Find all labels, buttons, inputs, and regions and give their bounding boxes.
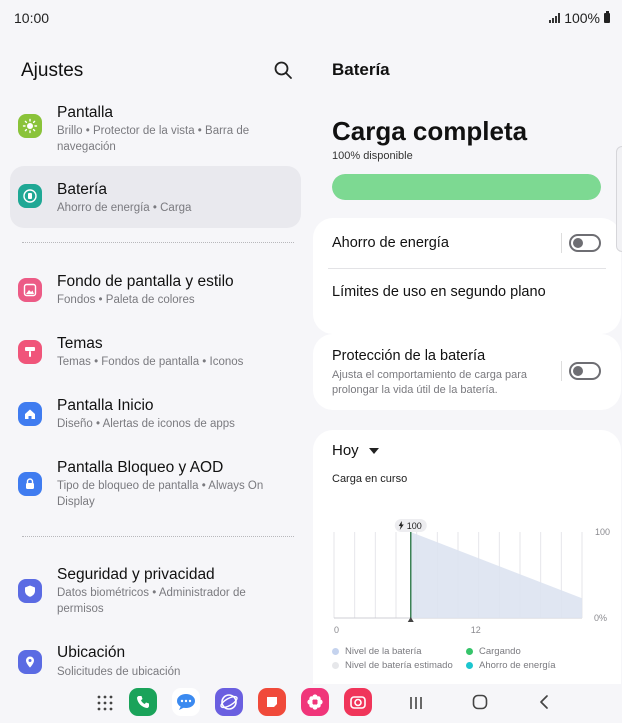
- settings-item-seguridad[interactable]: Seguridad y privacidad Datos biométricos…: [10, 560, 301, 620]
- battery-protection-desc: Ajusta el comportamiento de carga para p…: [332, 369, 528, 396]
- item-subtitle: Ahorro de energía • Carga: [57, 202, 192, 214]
- item-subtitle: Datos biométricos • Administrador de per…: [57, 587, 246, 615]
- protection-card: Protección de la batería Ajusta el compo…: [313, 334, 621, 410]
- recent-apps-icon[interactable]: [409, 695, 423, 711]
- settings-item-bloqueo[interactable]: Pantalla Bloqueo y AOD Tipo de bloqueo d…: [10, 452, 301, 512]
- navigation-bar: [0, 684, 622, 723]
- location-pin-icon: [18, 650, 42, 674]
- row-divider: [328, 268, 606, 269]
- item-title: Batería: [57, 181, 107, 198]
- settings-item-temas[interactable]: Temas Temas • Fondos de pantalla • Icono…: [10, 328, 301, 372]
- item-title: Fondo de pantalla y estilo: [57, 273, 234, 290]
- home-button-icon[interactable]: [472, 694, 488, 710]
- power-saving-toggle[interactable]: [569, 234, 601, 252]
- battery-available: 100% disponible: [332, 150, 413, 162]
- camera-app-icon[interactable]: [344, 688, 372, 716]
- level-badge-value: 100: [407, 521, 422, 531]
- legend-dot: [466, 648, 473, 655]
- legend-dot: [332, 648, 339, 655]
- battery-level-bar: [332, 174, 601, 200]
- legend-label: Ahorro de energía: [479, 660, 556, 671]
- settings-item-pantalla-inicio[interactable]: Pantalla Inicio Diseño • Alertas de icon…: [10, 390, 301, 434]
- legend-dot: [466, 662, 473, 669]
- power-card: Ahorro de energía Límites de uso en segu…: [313, 218, 621, 334]
- usage-chart-card: Hoy Carga en curso 100 100 0% 0 12 Nivel de …: [313, 430, 621, 690]
- status-bar: 10:00 100%: [0, 0, 622, 36]
- item-title: Ubicación: [57, 644, 126, 661]
- legend-item: Cargando: [466, 646, 521, 657]
- section-divider: [22, 536, 294, 537]
- legend-label: Nivel de batería estimado: [345, 660, 453, 671]
- x-tick-label: 0: [334, 625, 339, 635]
- background-limits-item[interactable]: Límites de uso en segundo plano: [332, 284, 546, 300]
- item-title: Pantalla Inicio: [57, 397, 154, 414]
- battery-level-fill: [332, 174, 601, 200]
- settings-item-bateria[interactable]: Batería Ahorro de energía • Carga: [10, 166, 301, 228]
- power-saving-label[interactable]: Ahorro de energía: [332, 235, 449, 251]
- item-title: Seguridad y privacidad: [57, 566, 215, 583]
- row-separator: [561, 361, 562, 381]
- detail-title: Batería: [332, 60, 390, 79]
- battery-status-icon: [604, 11, 610, 23]
- item-title: Pantalla Bloqueo y AOD: [57, 459, 224, 476]
- messages-app-icon[interactable]: [172, 688, 200, 716]
- signal-icon: [549, 13, 561, 23]
- wallpaper-icon: [18, 278, 42, 302]
- section-divider: [22, 242, 294, 243]
- home-icon: [18, 402, 42, 426]
- back-button-icon[interactable]: [538, 694, 550, 710]
- settings-item-ubicacion[interactable]: Ubicación Solicitudes de ubicación: [10, 638, 301, 682]
- page-title: Ajustes: [21, 60, 84, 81]
- row-separator: [561, 233, 562, 253]
- item-subtitle: Tipo de bloqueo de pantalla • Always On …: [57, 480, 264, 508]
- item-subtitle: Diseño • Alertas de iconos de apps: [57, 418, 235, 430]
- phone-app-icon[interactable]: [129, 688, 157, 716]
- settings-list-pane: Ajustes Pantalla Brillo • Protector de l…: [0, 36, 311, 684]
- item-subtitle: Temas • Fondos de pantalla • Iconos: [57, 356, 244, 368]
- brush-icon: [18, 340, 42, 364]
- shield-icon: [18, 579, 42, 603]
- sun-icon: [18, 114, 42, 138]
- legend-item: Ahorro de energía: [466, 660, 556, 671]
- internet-app-icon[interactable]: [215, 688, 243, 716]
- gallery-app-icon[interactable]: [301, 688, 329, 716]
- settings-item-fondo[interactable]: Fondo de pantalla y estilo Fondos • Pale…: [10, 266, 301, 310]
- item-subtitle: Fondos • Paleta de colores: [57, 294, 195, 306]
- item-subtitle: Solicitudes de ubicación: [57, 666, 181, 678]
- estimated-level-area: [410, 532, 582, 618]
- legend-item: Nivel de batería estimado: [332, 660, 453, 671]
- notes-app-icon[interactable]: [258, 688, 286, 716]
- legend-label: Cargando: [479, 646, 521, 657]
- legend-dot: [332, 662, 339, 669]
- status-indicators: 100%: [549, 10, 610, 26]
- y-tick-label: 0%: [594, 613, 607, 623]
- battery-protection-toggle[interactable]: [569, 362, 601, 380]
- x-tick-label: 12: [471, 625, 481, 635]
- item-title: Pantalla: [57, 104, 114, 121]
- legend-item: Nivel de la batería: [332, 646, 422, 657]
- lock-icon: [18, 472, 42, 496]
- edge-panel-handle[interactable]: [616, 146, 622, 252]
- item-subtitle: Brillo • Protector de la vista • Barra d…: [57, 125, 250, 153]
- battery-percent: 100%: [564, 10, 600, 26]
- battery-icon: [18, 184, 42, 208]
- y-tick-label: 100: [595, 527, 610, 537]
- item-title: Temas: [57, 335, 103, 352]
- settings-item-pantalla[interactable]: Pantalla Brillo • Protector de la vista …: [10, 98, 301, 158]
- battery-detail-pane: Batería Carga completa 100% disponible A…: [311, 36, 622, 690]
- search-icon[interactable]: [273, 60, 293, 80]
- legend-label: Nivel de la batería: [345, 646, 422, 657]
- battery-status-title: Carga completa: [332, 116, 528, 146]
- apps-grid-icon[interactable]: [96, 694, 114, 712]
- battery-protection-label[interactable]: Protección de la batería: [332, 348, 485, 364]
- status-time: 10:00: [14, 10, 50, 26]
